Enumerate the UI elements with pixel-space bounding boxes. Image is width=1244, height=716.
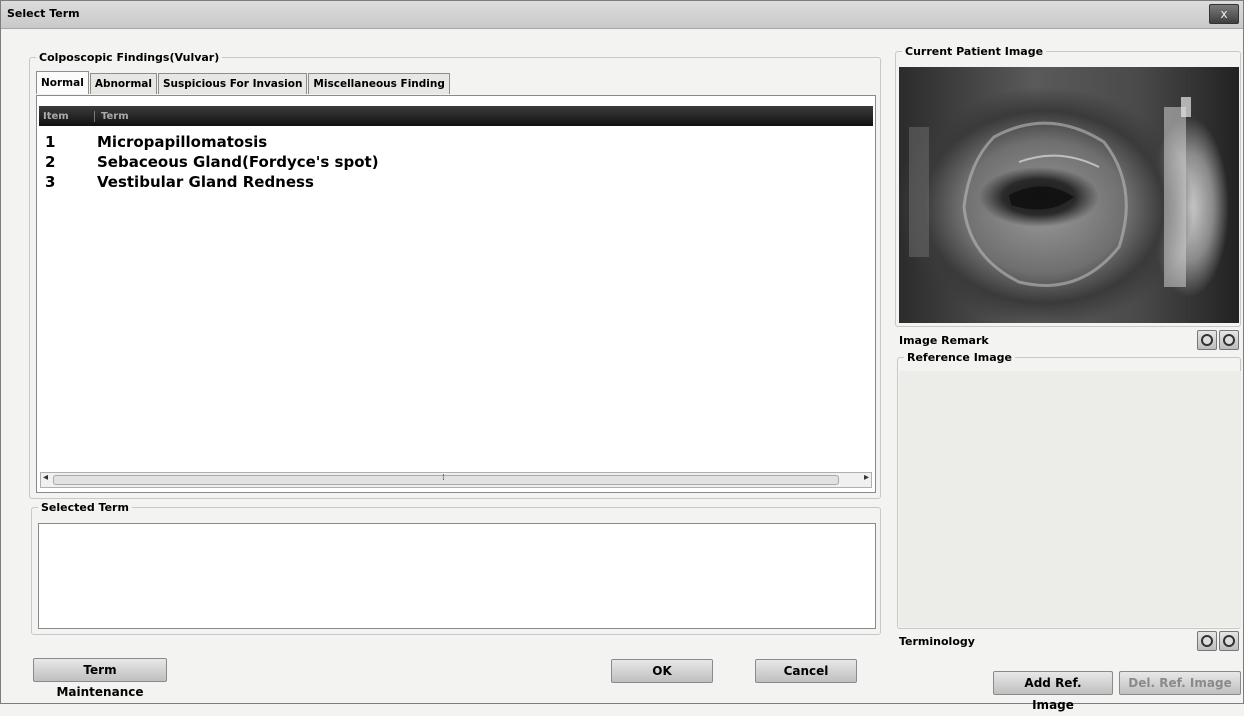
column-header-item[interactable]: Item [39, 110, 95, 122]
image-nav-buttons [1197, 330, 1239, 350]
patient-image-graphic [909, 97, 1191, 287]
findings-tabs: Normal Abnormal Suspicious For Invasion … [36, 71, 451, 95]
grip-icon: ⁞ [442, 473, 445, 483]
selected-term-legend: Selected Term [41, 501, 129, 514]
scrollbar-thumb[interactable]: ⁞ [53, 473, 839, 485]
circle-prev-icon [1201, 635, 1213, 647]
next-image-button[interactable] [1219, 330, 1239, 350]
image-remark-label: Image Remark [899, 334, 989, 347]
select-term-window: Select Term x Colposcopic Findings(Vulva… [0, 0, 1244, 712]
item-term: Vestibular Gland Redness [97, 173, 314, 191]
list-header: Item Term [39, 106, 873, 126]
next-terminology-button[interactable] [1219, 631, 1239, 651]
patient-image [899, 67, 1239, 323]
circle-prev-icon [1201, 334, 1213, 346]
horizontal-scrollbar[interactable]: ◂ ⁞ ▸ [40, 472, 872, 488]
terms-list[interactable]: Item Term 1 Micropapillomatosis 2 Sebace… [36, 95, 876, 493]
item-number: 3 [45, 173, 56, 191]
list-item[interactable]: 1 Micropapillomatosis [45, 132, 379, 152]
column-header-term[interactable]: Term [95, 111, 129, 122]
cancel-button[interactable]: Cancel [755, 659, 857, 683]
prev-terminology-button[interactable] [1197, 631, 1217, 651]
terminology-label: Terminology [899, 635, 975, 648]
title-bar: Select Term x [1, 1, 1243, 29]
tab-suspicious-for-invasion[interactable]: Suspicious For Invasion [157, 73, 308, 94]
item-number: 1 [45, 133, 56, 151]
list-item[interactable]: 2 Sebaceous Gland(Fordyce's spot) [45, 152, 379, 172]
prev-image-button[interactable] [1197, 330, 1217, 350]
list-item[interactable]: 3 Vestibular Gland Redness [45, 172, 379, 192]
close-icon: x [1220, 7, 1228, 21]
reference-image-area [899, 371, 1241, 627]
window-title: Select Term [7, 7, 80, 20]
scroll-left-icon[interactable]: ◂ [43, 472, 48, 483]
ok-button[interactable]: OK [611, 659, 713, 683]
selected-term-field[interactable] [38, 523, 876, 629]
add-ref-image-button[interactable]: Add Ref. Image [993, 671, 1113, 712]
circle-next-icon [1223, 334, 1235, 346]
current-patient-image-legend: Current Patient Image [905, 45, 1044, 58]
scroll-right-icon[interactable]: ▸ [864, 472, 869, 483]
item-term: Sebaceous Gland(Fordyce's spot) [97, 153, 379, 171]
item-term: Micropapillomatosis [97, 133, 268, 151]
item-number: 2 [45, 153, 56, 171]
tab-abnormal[interactable]: Abnormal [89, 73, 157, 94]
tab-miscellaneous-finding[interactable]: Miscellaneous Finding [308, 73, 450, 94]
terminology-nav-buttons [1197, 631, 1239, 651]
del-ref-image-button: Del. Ref. Image [1119, 671, 1241, 695]
list-rows: 1 Micropapillomatosis 2 Sebaceous Gland(… [45, 132, 379, 192]
term-maintenance-button[interactable]: Term Maintenance [33, 658, 167, 699]
reference-image-legend: Reference Image [907, 351, 1013, 364]
circle-next-icon [1223, 635, 1235, 647]
tab-normal[interactable]: Normal [36, 71, 89, 94]
close-button[interactable]: x [1209, 4, 1239, 24]
findings-legend: Colposcopic Findings(Vulvar) [39, 51, 220, 64]
